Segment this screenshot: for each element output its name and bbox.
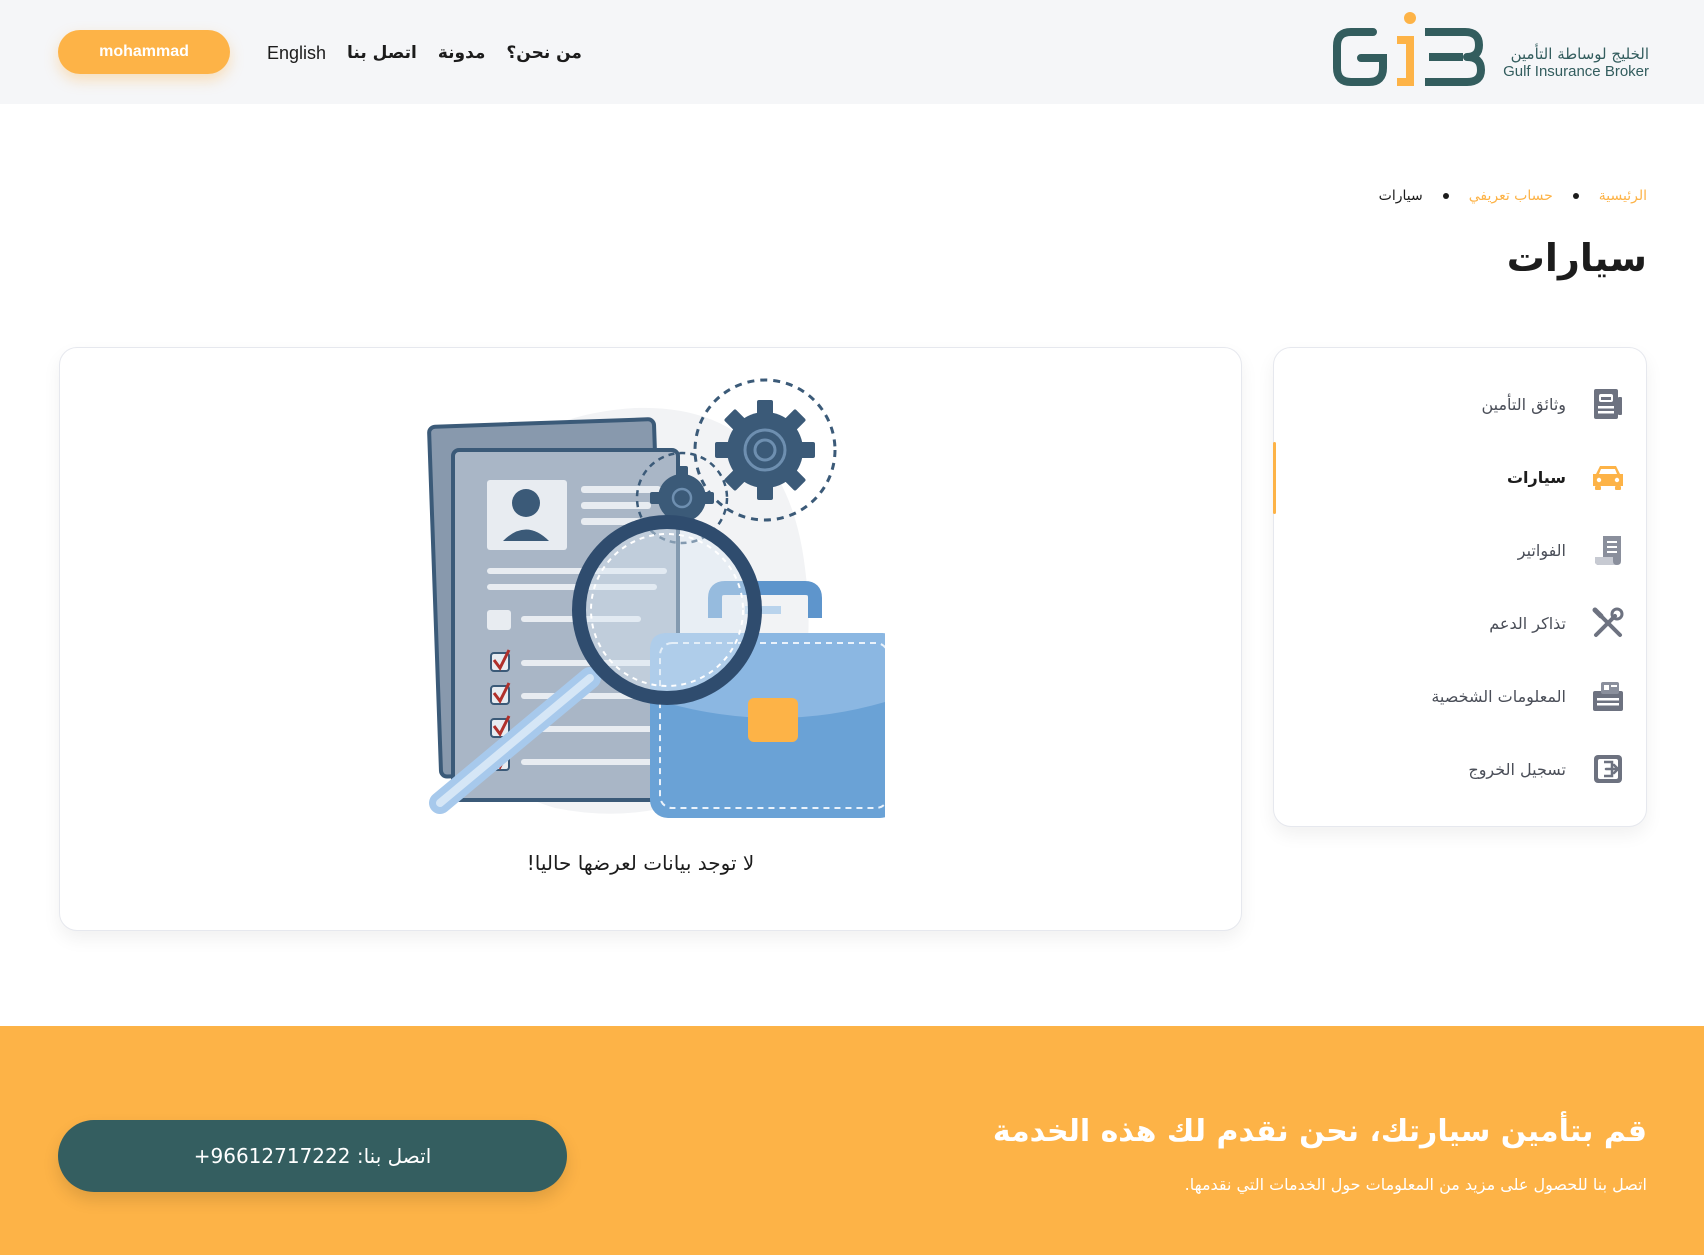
car-icon xyxy=(1590,459,1626,495)
sidebar-item-cars[interactable]: سيارات xyxy=(1296,451,1626,503)
logo-text: الخليج لوساطة التأمين Gulf Insurance Bro… xyxy=(1503,45,1649,81)
breadcrumb-separator xyxy=(1442,193,1449,199)
sidebar-item-label: تسجيل الخروج xyxy=(1468,759,1566,779)
invoice-icon xyxy=(1590,532,1626,568)
logout-icon xyxy=(1590,751,1626,787)
sidebar-item-label: المعلومات الشخصية xyxy=(1431,686,1566,706)
logo-arabic-name: الخليج لوساطة التأمين xyxy=(1510,45,1649,63)
nav-contact-link[interactable]: اتصل بنا xyxy=(347,43,417,63)
sidebar-item-invoices[interactable]: الفواتير xyxy=(1296,524,1626,576)
empty-state-illustration xyxy=(427,378,885,818)
sidebar-item-logout[interactable]: تسجيل الخروج xyxy=(1296,743,1626,795)
sidebar-item-label: سيارات xyxy=(1506,467,1566,487)
user-account-button[interactable]: mohammad xyxy=(58,30,230,74)
footer-title: قم بتأمين سيارتك، نحن نقدم لك هذه الخدمة xyxy=(992,1114,1647,1149)
site-header: الخليج لوساطة التأمين Gulf Insurance Bro… xyxy=(0,0,1704,104)
sidebar-item-insurance-documents[interactable]: وثائق التأمين xyxy=(1296,378,1626,430)
call-us-button[interactable]: اتصل بنا: 96612717222+ xyxy=(58,1120,567,1192)
sidebar-item-label: الفواتير xyxy=(1517,540,1566,560)
logo-english-name: Gulf Insurance Broker xyxy=(1503,63,1649,81)
logo[interactable]: الخليج لوساطة التأمين Gulf Insurance Bro… xyxy=(1329,10,1649,96)
page-title: سيارات xyxy=(1506,236,1647,280)
gib-logo-mark-icon xyxy=(1333,12,1485,86)
main-nav: من نحن؟ مدونة اتصل بنا English xyxy=(267,38,582,68)
breadcrumb-home-link[interactable]: الرئيسية xyxy=(1599,188,1647,204)
account-sidebar: وثائق التأمين سيارات الفواتير تذاكر الدع… xyxy=(1273,347,1647,827)
sidebar-item-label: تذاكر الدعم xyxy=(1489,613,1566,633)
content-card: لا توجد بيانات لعرضها حاليا! xyxy=(59,347,1242,931)
empty-state-message: لا توجد بيانات لعرضها حاليا! xyxy=(526,851,755,875)
breadcrumb: الرئيسية حساب تعريفي سيارات xyxy=(1379,188,1647,204)
nav-blog-link[interactable]: مدونة xyxy=(438,43,486,63)
language-switch-link[interactable]: English xyxy=(267,43,326,64)
id-card-icon xyxy=(1590,678,1626,714)
sidebar-item-label: وثائق التأمين xyxy=(1481,394,1566,414)
breadcrumb-current: سيارات xyxy=(1378,188,1423,204)
sidebar-item-support-tickets[interactable]: تذاكر الدعم xyxy=(1296,597,1626,649)
tools-icon xyxy=(1590,605,1626,641)
insurance-documents-icon xyxy=(1590,386,1626,422)
sidebar-item-personal-info[interactable]: المعلومات الشخصية xyxy=(1296,670,1626,722)
breadcrumb-profile-link[interactable]: حساب تعريفي xyxy=(1469,188,1553,204)
footer-cta: قم بتأمين سيارتك، نحن نقدم لك هذه الخدمة… xyxy=(0,1026,1704,1255)
breadcrumb-separator xyxy=(1572,193,1579,199)
active-indicator xyxy=(1273,442,1276,514)
nav-about-link[interactable]: من نحن؟ xyxy=(506,43,582,63)
footer-subtitle: اتصل بنا للحصول على مزيد من المعلومات حو… xyxy=(1184,1175,1647,1194)
